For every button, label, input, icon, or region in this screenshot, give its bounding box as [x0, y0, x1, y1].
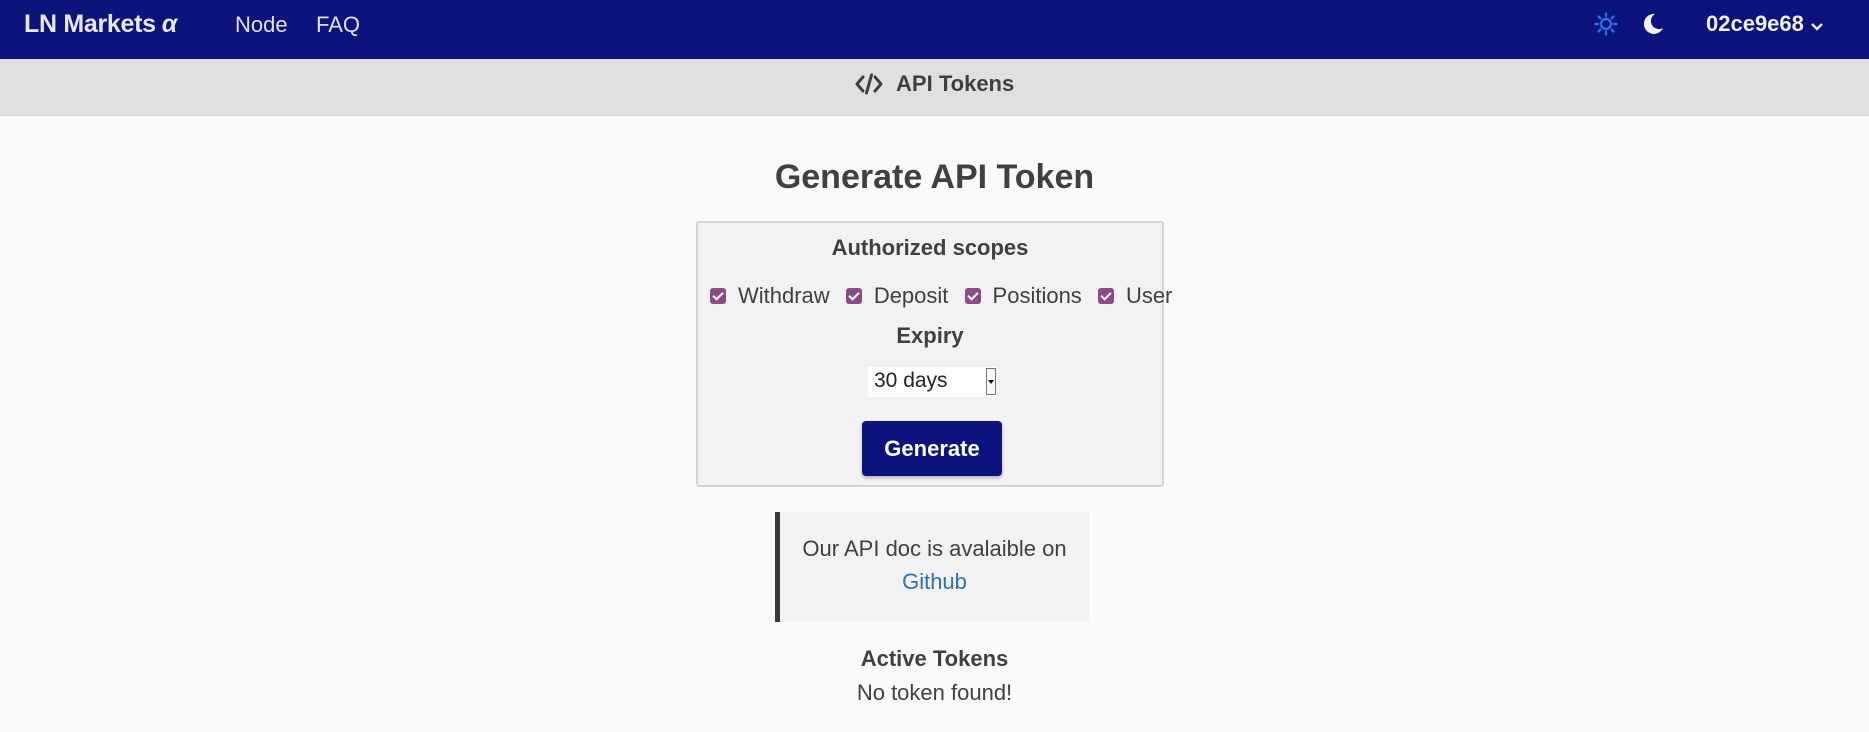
api-doc-note: Our API doc is avalaible on Github — [775, 512, 1089, 622]
active-tokens-title: Active Tokens — [860, 646, 1009, 671]
scopes-label: Authorized scopes — [831, 235, 1029, 260]
page-title: Generate API Token — [774, 158, 1095, 196]
expiry-value: 30 days — [874, 369, 948, 392]
token-form: Authorized scopes Withdraw Deposit Posit… — [696, 221, 1172, 487]
scope-withdraw[interactable]: Withdraw — [710, 283, 830, 309]
scope-label: Deposit — [873, 283, 949, 308]
scope-deposit[interactable]: Deposit — [845, 283, 949, 309]
nav-link-faq[interactable]: FAQ — [316, 12, 360, 38]
no-tokens-message: No token found! — [856, 680, 1013, 705]
expiry-select[interactable]: 30 days — [868, 367, 996, 397]
top-navbar: LN Markets α Node FAQ 02ce9e68 — [0, 0, 1869, 59]
scope-label: Withdraw — [738, 283, 830, 308]
section-title: API Tokens — [896, 71, 1015, 96]
moon-icon[interactable] — [1640, 11, 1666, 37]
brand-alpha-badge: α — [161, 10, 178, 38]
dropdown-arrow-icon[interactable] — [986, 368, 996, 395]
checkbox-user[interactable] — [1097, 288, 1114, 304]
generate-button[interactable]: Generate — [862, 421, 1002, 476]
scope-label: User — [1125, 283, 1173, 308]
sun-icon[interactable] — [1594, 12, 1618, 36]
nav-link-node[interactable]: Node — [235, 12, 288, 38]
github-link[interactable]: Github — [902, 569, 967, 594]
scope-positions[interactable]: Positions — [964, 283, 1082, 309]
section-header: API Tokens — [0, 59, 1869, 116]
user-id: 02ce9e68 — [1706, 11, 1804, 36]
brand-logo[interactable]: LN Markets α — [24, 10, 177, 39]
checkbox-deposit[interactable] — [845, 288, 862, 304]
scope-user[interactable]: User — [1097, 283, 1173, 309]
chevron-down-icon — [1810, 12, 1824, 38]
scopes-list: Withdraw Deposit Positions User — [710, 283, 1172, 309]
brand-name: LN Markets — [24, 10, 156, 38]
checkbox-withdraw[interactable] — [710, 288, 726, 304]
checkbox-positions[interactable] — [964, 288, 981, 304]
user-menu[interactable]: 02ce9e68 — [1706, 11, 1824, 38]
scope-label: Positions — [992, 283, 1082, 308]
code-icon — [855, 71, 896, 96]
expiry-label: Expiry — [896, 323, 964, 348]
api-doc-text: Our API doc is avalaible on — [802, 536, 1067, 561]
